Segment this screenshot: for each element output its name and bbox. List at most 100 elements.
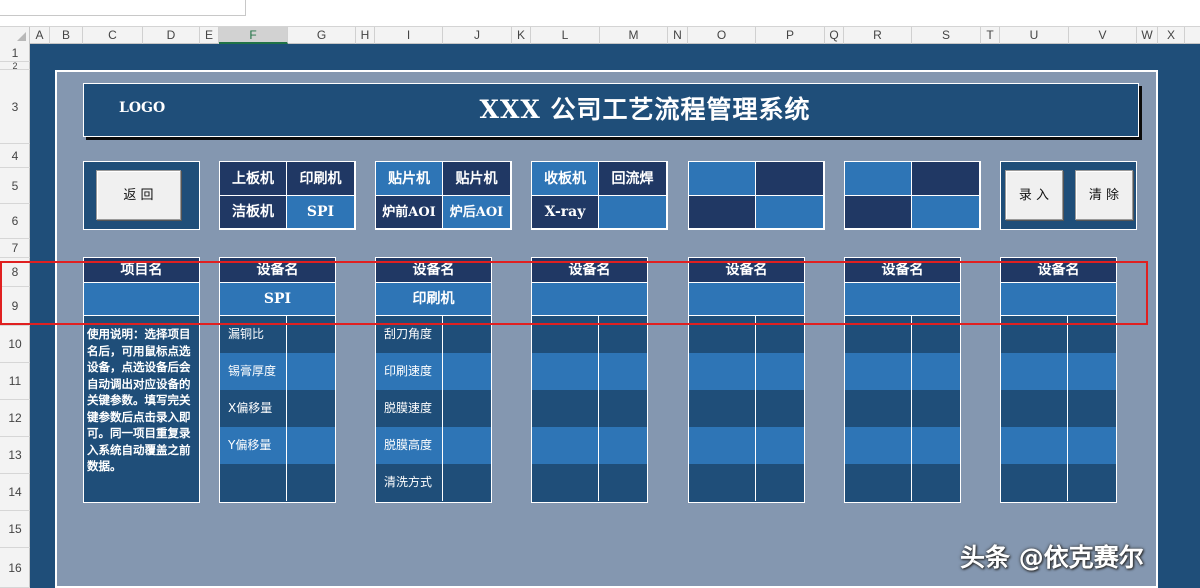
column-header-w[interactable]: W: [1137, 27, 1158, 44]
column-header-x[interactable]: X: [1158, 27, 1185, 44]
nav-pre-reflow-aoi[interactable]: 炉前AOI: [376, 196, 443, 229]
column-header-o[interactable]: O: [688, 27, 756, 44]
param-value[interactable]: [756, 427, 804, 464]
column-header-j[interactable]: J: [443, 27, 512, 44]
row-header-10[interactable]: 10: [0, 326, 30, 363]
param-value[interactable]: [287, 390, 335, 427]
param-value[interactable]: [912, 316, 960, 353]
project-select[interactable]: [84, 283, 199, 316]
param-value[interactable]: [756, 353, 804, 390]
column-header-v[interactable]: V: [1069, 27, 1137, 44]
column-header-m[interactable]: M: [600, 27, 668, 44]
name-box[interactable]: [0, 0, 246, 16]
param-value[interactable]: [443, 353, 491, 390]
nav-xray[interactable]: X-ray: [532, 196, 599, 229]
param-value[interactable]: [912, 353, 960, 390]
nav-empty-4c[interactable]: [689, 196, 756, 229]
column-header-r[interactable]: R: [844, 27, 912, 44]
row-header-3[interactable]: 3: [0, 70, 30, 144]
param-value[interactable]: [443, 316, 491, 353]
row-header-8[interactable]: 8: [0, 258, 30, 287]
param-value[interactable]: [1068, 353, 1116, 390]
column-header-h[interactable]: H: [356, 27, 375, 44]
row-header-15[interactable]: 15: [0, 511, 30, 548]
column-header-n[interactable]: N: [668, 27, 688, 44]
param-value[interactable]: [1068, 464, 1116, 501]
nav-empty-5c[interactable]: [845, 196, 912, 229]
row-header-6[interactable]: 6: [0, 204, 30, 239]
nav-empty-3[interactable]: [599, 196, 667, 229]
param-value[interactable]: [912, 464, 960, 501]
column-header-g[interactable]: G: [288, 27, 356, 44]
column-header-s[interactable]: S: [912, 27, 981, 44]
column-header-k[interactable]: K: [512, 27, 531, 44]
nav-empty-5b[interactable]: [912, 162, 980, 196]
param-value[interactable]: [756, 316, 804, 353]
back-button[interactable]: 返 回: [96, 170, 181, 220]
column-header-d[interactable]: D: [143, 27, 200, 44]
nav-empty-4a[interactable]: [689, 162, 756, 196]
param-value[interactable]: [1068, 316, 1116, 353]
param-value[interactable]: [912, 427, 960, 464]
column-header-p[interactable]: P: [756, 27, 825, 44]
column-header-u[interactable]: U: [1000, 27, 1069, 44]
param-value[interactable]: [1068, 390, 1116, 427]
nav-mounter-1[interactable]: 贴片机: [376, 162, 443, 196]
row-header-11[interactable]: 11: [0, 363, 30, 400]
column-header-f[interactable]: F: [219, 27, 288, 44]
column-header-b[interactable]: B: [50, 27, 83, 44]
param-value[interactable]: [599, 427, 647, 464]
param-value[interactable]: [287, 427, 335, 464]
param-value[interactable]: [756, 464, 804, 501]
column-header-a[interactable]: A: [30, 27, 50, 44]
nav-empty-5a[interactable]: [845, 162, 912, 196]
enter-button[interactable]: 录 入: [1005, 170, 1063, 220]
nav-printer[interactable]: 印刷机: [287, 162, 355, 196]
nav-loader[interactable]: 上板机: [220, 162, 287, 196]
nav-post-reflow-aoi[interactable]: 炉后AOI: [443, 196, 511, 229]
equipment-select[interactable]: [689, 283, 804, 316]
equipment-select[interactable]: [532, 283, 647, 316]
nav-board-cleaner[interactable]: 洁板机: [220, 196, 287, 229]
param-value[interactable]: [287, 464, 335, 501]
column-header-t[interactable]: T: [981, 27, 1000, 44]
column-header-i[interactable]: I: [375, 27, 443, 44]
column-header-q[interactable]: Q: [825, 27, 844, 44]
row-header-9[interactable]: 9: [0, 287, 30, 326]
column-header-c[interactable]: C: [83, 27, 143, 44]
nav-empty-4d[interactable]: [756, 196, 824, 229]
row-header-4[interactable]: 4: [0, 144, 30, 168]
nav-spi[interactable]: SPI: [287, 196, 355, 229]
param-value[interactable]: [599, 353, 647, 390]
nav-empty-4b[interactable]: [756, 162, 824, 196]
equipment-select[interactable]: SPI: [220, 283, 335, 316]
param-value[interactable]: [1068, 427, 1116, 464]
param-value[interactable]: [599, 390, 647, 427]
param-value[interactable]: [287, 353, 335, 390]
param-value[interactable]: [599, 316, 647, 353]
nav-mounter-2[interactable]: 贴片机: [443, 162, 511, 196]
row-header-16[interactable]: 16: [0, 548, 30, 588]
row-header-14[interactable]: 14: [0, 474, 30, 511]
row-header-12[interactable]: 12: [0, 400, 30, 437]
row-header-5[interactable]: 5: [0, 168, 30, 204]
select-all-corner[interactable]: [0, 27, 30, 44]
equipment-select[interactable]: 印刷机: [376, 283, 491, 316]
param-value[interactable]: [912, 390, 960, 427]
nav-reflow[interactable]: 回流焊: [599, 162, 667, 196]
row-header-2[interactable]: 2: [0, 62, 30, 71]
param-value[interactable]: [443, 390, 491, 427]
nav-unloader[interactable]: 收板机: [532, 162, 599, 196]
column-header-l[interactable]: L: [531, 27, 600, 44]
equipment-select[interactable]: [1001, 283, 1116, 316]
param-value[interactable]: [443, 427, 491, 464]
param-value[interactable]: [443, 464, 491, 501]
nav-empty-5d[interactable]: [912, 196, 980, 229]
param-value[interactable]: [756, 390, 804, 427]
row-header-1[interactable]: 1: [0, 44, 30, 62]
equipment-select[interactable]: [845, 283, 960, 316]
row-header-7[interactable]: 7: [0, 239, 30, 258]
param-value[interactable]: [287, 316, 335, 353]
clear-button[interactable]: 清 除: [1075, 170, 1133, 220]
row-header-13[interactable]: 13: [0, 437, 30, 474]
